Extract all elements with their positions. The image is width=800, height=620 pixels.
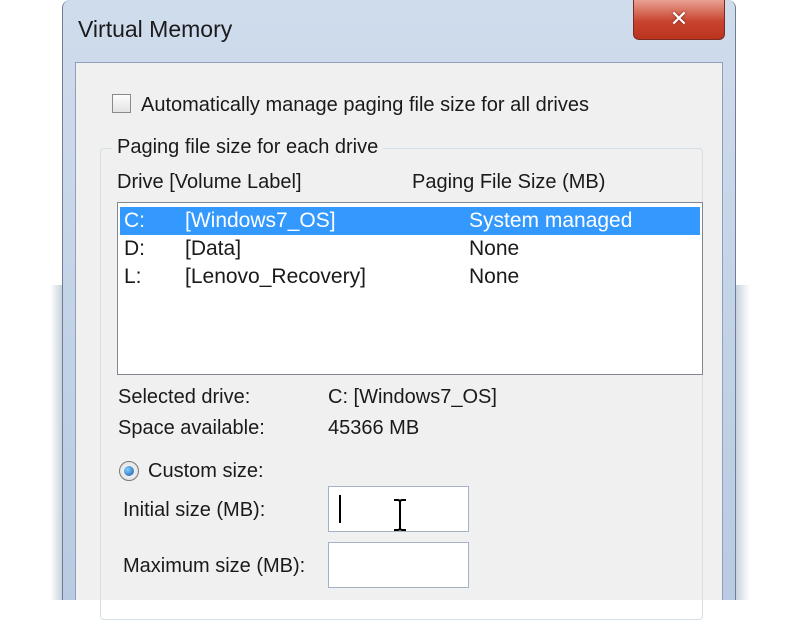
initial-size-input[interactable] <box>328 486 469 532</box>
text-caret <box>339 495 341 523</box>
maximum-size-label: Maximum size (MB): <box>123 555 306 577</box>
auto-manage-label[interactable]: Automatically manage paging file size fo… <box>141 94 589 117</box>
selected-drive-label: Selected drive: <box>118 386 251 408</box>
drive-letter: D: <box>124 237 145 260</box>
space-available-value: 45366 MB <box>328 417 420 439</box>
drive-volume-label: [Data] <box>185 237 242 260</box>
window-title: Virtual Memory <box>78 16 233 42</box>
drive-row-l[interactable]: L: [Lenovo_Recovery] None <box>120 263 700 291</box>
radio-selected-dot <box>124 466 134 476</box>
drive-row-d[interactable]: D: [Data] None <box>120 235 700 263</box>
dialog-content: Automatically manage paging file size fo… <box>75 62 723 620</box>
selected-drive-value: C: [Windows7_OS] <box>328 386 497 408</box>
custom-size-label[interactable]: Custom size: <box>148 460 264 483</box>
drive-paging-size: None <box>469 237 520 260</box>
drive-row-c[interactable]: C: [Windows7_OS] System managed <box>120 207 700 235</box>
background-shadow-right <box>736 285 750 600</box>
maximum-size-input[interactable] <box>328 542 469 588</box>
custom-size-radio[interactable] <box>119 461 139 481</box>
drive-volume-label: [Windows7_OS] <box>185 209 336 232</box>
drive-paging-size: None <box>469 265 520 288</box>
column-header-drive: Drive [Volume Label] <box>117 171 302 193</box>
close-button[interactable]: ✕ <box>633 0 725 40</box>
initial-size-label: Initial size (MB): <box>123 499 266 521</box>
i-beam-cursor-icon <box>394 499 406 531</box>
close-icon: ✕ <box>669 7 689 32</box>
column-header-size: Paging File Size (MB) <box>412 171 606 193</box>
drive-letter: C: <box>124 209 145 232</box>
virtual-memory-dialog: Virtual Memory ✕ Automatically manage pa… <box>62 0 736 620</box>
auto-manage-checkbox[interactable] <box>112 94 131 113</box>
space-available-label: Space available: <box>118 417 265 439</box>
background-shadow-left <box>50 285 62 600</box>
drive-paging-size: System managed <box>469 209 633 232</box>
drive-volume-label: [Lenovo_Recovery] <box>185 265 366 288</box>
drive-list[interactable]: C: [Windows7_OS] System managed D: [Data… <box>117 202 703 375</box>
paging-group-legend: Paging file size for each drive <box>112 136 384 159</box>
drive-letter: L: <box>124 265 142 288</box>
